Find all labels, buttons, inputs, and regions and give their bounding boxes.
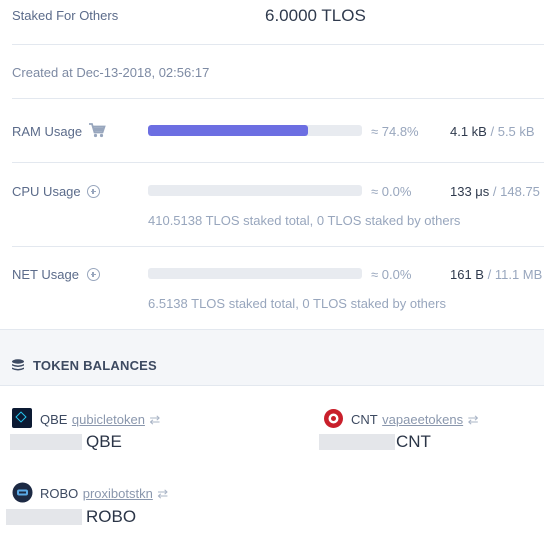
token-item-robo: ROBO proxibotstkn ⇄ [40,485,168,503]
token-balance-symbol: CNT [396,432,431,451]
divider [12,246,544,247]
token-symbol: ROBO [40,486,79,501]
token-balance-symbol: QBE [86,432,122,451]
net-usage-bar [148,268,362,279]
staked-label: Staked For Others [12,8,119,23]
net-total: / 11.1 MB [487,267,543,282]
ram-usage-fill [148,125,309,136]
ram-percent: ≈ 74.8% [371,124,419,139]
staked-symbol: TLOS [321,6,366,25]
plus-circle-icon[interactable] [87,185,100,198]
staked-value: 6.0000 TLOS [265,6,366,26]
divider [12,98,544,99]
swap-icon[interactable]: ⇄ [149,412,160,427]
coins-icon [12,359,24,371]
ram-amount: 4.1 kB / 5.5 kB [450,124,535,139]
token-item-qbe: QBE qubicletoken ⇄ [40,411,160,429]
cpu-staked-note: 410.5138 TLOS staked total, 0 TLOS stake… [148,213,461,228]
token-contract-link[interactable]: qubicletoken [72,412,145,427]
staked-amount: 6.0000 [265,6,317,25]
token-contract-link[interactable]: proxibotstkn [83,486,153,501]
ram-label: RAM Usage [12,124,83,139]
token-balance-redacted [6,509,82,525]
ram-total: / 5.5 kB [490,124,535,139]
net-amount: 161 B / 11.1 MB [450,267,542,282]
cnt-logo-icon [324,409,343,428]
token-balances-title: TOKEN BALANCES [33,358,157,373]
ram-usage-bar [148,125,362,136]
swap-icon[interactable]: ⇄ [157,486,168,501]
plus-circle-icon[interactable] [87,268,100,281]
qbe-logo-icon [12,408,32,428]
cpu-amount: 133 μs / 148.75 ms [450,184,544,199]
cpu-label: CPU Usage [12,184,81,199]
cart-icon[interactable] [89,123,106,138]
token-balance-symbol: ROBO [86,507,137,526]
cpu-used: 133 μs [450,184,490,199]
token-item-cnt: CNT vapaeetokens ⇄ [351,411,478,429]
divider [12,44,544,45]
net-staked-note: 6.5138 TLOS staked total, 0 TLOS staked … [148,296,446,311]
token-symbol: QBE [40,412,68,427]
cpu-usage-bar [148,185,362,196]
token-symbol: CNT [351,412,378,427]
cpu-total: / 148.75 ms [492,184,544,199]
net-label: NET Usage [12,267,79,282]
created-at: Created at Dec-13-2018, 02:56:17 [12,65,210,80]
token-balance-redacted [319,434,395,450]
robo-logo-icon [12,482,33,503]
cpu-percent: ≈ 0.0% [371,184,412,199]
ram-used: 4.1 kB [450,124,487,139]
token-contract-link[interactable]: vapaeetokens [382,412,463,427]
net-used: 161 B [450,267,484,282]
token-balances-header: TOKEN BALANCES [0,329,544,386]
token-balance-redacted [10,434,82,450]
net-percent: ≈ 0.0% [371,267,412,282]
divider [12,162,544,163]
swap-icon[interactable]: ⇄ [468,412,479,427]
